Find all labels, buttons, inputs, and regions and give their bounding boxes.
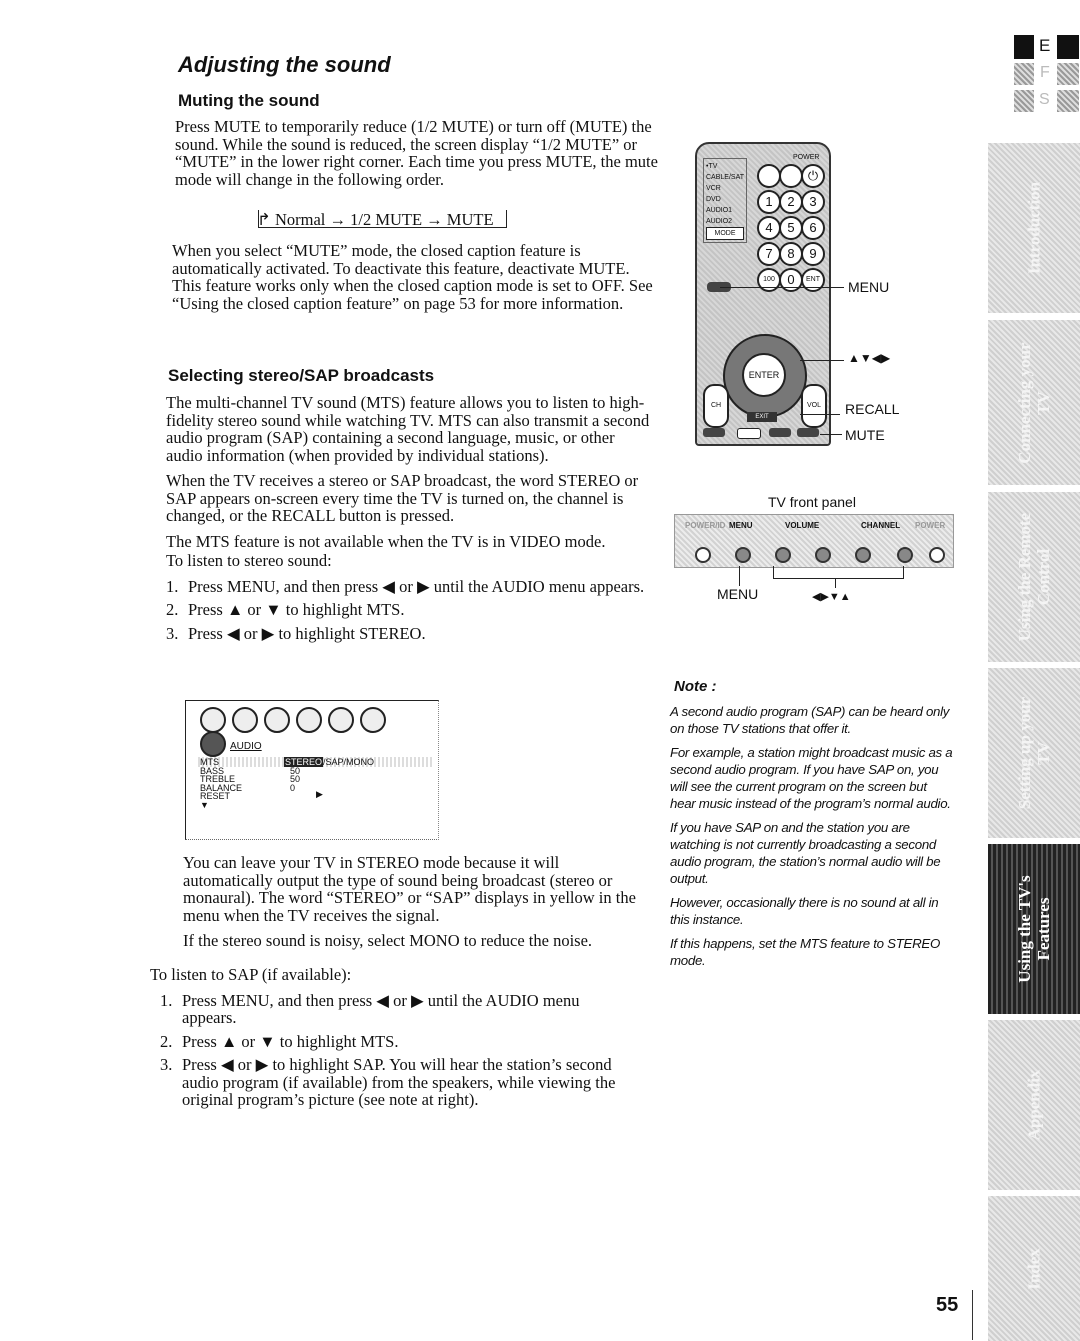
power-label: POWER bbox=[793, 154, 820, 161]
note-paragraph: If this happens, set the MTS feature to … bbox=[670, 936, 940, 968]
mute-sequence: ↱ Normal → 1/2 MUTE → MUTE bbox=[257, 210, 507, 229]
channel-up-button bbox=[897, 547, 913, 563]
muting-text: Press MUTE to temporarily reduce (1/2 MU… bbox=[175, 118, 665, 196]
picture-icon bbox=[200, 707, 226, 733]
lock-icon bbox=[360, 707, 386, 733]
side-tab-index[interactable]: Index bbox=[988, 1196, 1080, 1341]
section-heading-stereo: Selecting stereo/SAP broadcasts bbox=[168, 366, 435, 385]
note-paragraph: For example, a station might broadcast m… bbox=[670, 745, 953, 811]
paragraph: If the stereo sound is noisy, select MON… bbox=[183, 931, 593, 950]
paragraph: The multi-channel TV sound (MTS) feature… bbox=[166, 393, 650, 465]
callout-panel-menu: MENU bbox=[717, 586, 759, 602]
audio-menu-screenshot: AUDIO MTS BASS TREBLE BALANCE RESET ▼ 50 50 0 S… bbox=[185, 700, 439, 840]
section-heading-muting: Muting the sound bbox=[178, 91, 320, 110]
muting-text-2: When you select “MUTE” mode, the closed … bbox=[172, 242, 657, 320]
arrow-right-icon: ▶ bbox=[316, 789, 323, 799]
step: 1. Press MENU, and then press ◀ or ▶ unti… bbox=[160, 990, 580, 1027]
audio-icon bbox=[232, 707, 258, 733]
mts-options: STEREO/SAP/MONO bbox=[284, 757, 375, 767]
menu-category-icons bbox=[200, 707, 392, 738]
step: 2. Press ▲ or ▼ to highlight MTS. bbox=[166, 600, 405, 619]
sap-text: To listen to SAP (if available): 1. Press… bbox=[150, 966, 630, 1115]
side-tab-appendix[interactable]: Appendix bbox=[988, 1020, 1080, 1190]
side-tab-setting-up[interactable]: Setting up your TV bbox=[988, 668, 1080, 838]
callout-arrows: ▲▼◀▶ bbox=[848, 351, 891, 365]
recall-button bbox=[769, 428, 791, 437]
paragraph: To listen to SAP (if available): bbox=[150, 965, 352, 984]
mode-labels: •TV CABLE/SAT VCR DVD AUDIO1 AUDIO2 MODE bbox=[703, 158, 747, 243]
note-paragraph: However, occasionally there is no sound … bbox=[670, 895, 939, 927]
note-paragraph: A second audio program (SAP) can be hear… bbox=[670, 704, 950, 736]
front-panel-caption: TV front panel bbox=[768, 494, 856, 510]
paragraph: The MTS feature is not available when th… bbox=[166, 531, 606, 551]
channel-down-button bbox=[855, 547, 871, 563]
option-icon bbox=[328, 707, 354, 733]
callout-recall: RECALL bbox=[845, 401, 900, 417]
paragraph: When you select “MUTE” mode, the closed … bbox=[172, 241, 653, 313]
callout-panel-arrows: ◀▶▼▲ bbox=[812, 591, 851, 603]
language-tab-e[interactable]: E bbox=[1039, 36, 1050, 56]
menu-items: MTS BASS TREBLE BALANCE RESET ▼ bbox=[200, 757, 243, 810]
side-tab-features[interactable]: Using the TV's Features bbox=[988, 844, 1080, 1014]
step: 2. Press ▲ or ▼ to highlight MTS. bbox=[160, 1031, 399, 1051]
menu-button bbox=[735, 547, 751, 563]
audio-selected-icon bbox=[200, 731, 226, 757]
paragraph: To listen to stereo sound: bbox=[166, 551, 332, 570]
note-title: Note : bbox=[674, 678, 717, 695]
page-title: Adjusting the sound bbox=[178, 52, 391, 77]
step: 1. Press MENU, and then press ◀ or ▶ unti… bbox=[166, 576, 645, 596]
theater-icon bbox=[296, 707, 322, 733]
stereo-text: The multi-channel TV sound (MTS) feature… bbox=[166, 394, 654, 648]
side-tab-remote[interactable]: Using the Remote Control bbox=[988, 492, 1080, 662]
power-icon: ⏻ bbox=[801, 164, 825, 188]
language-tab-s[interactable]: S bbox=[1039, 91, 1050, 109]
language-tab-f[interactable]: F bbox=[1040, 64, 1050, 82]
side-tab-connecting[interactable]: Connecting your TV bbox=[988, 320, 1080, 485]
page-number: 55 bbox=[936, 1294, 959, 1316]
setup-icon bbox=[264, 707, 290, 733]
paragraph: You can leave your TV in STEREO mode bec… bbox=[183, 853, 636, 925]
note-paragraph: If you have SAP on and the station you a… bbox=[670, 820, 941, 886]
stereo-after-text: You can leave your TV in STEREO mode bec… bbox=[183, 854, 643, 952]
volume-down-button bbox=[775, 547, 791, 563]
callout-mute: MUTE bbox=[845, 427, 885, 443]
paragraph: Press MUTE to temporarily reduce (1/2 MU… bbox=[175, 117, 658, 189]
menu-title: AUDIO bbox=[230, 741, 262, 752]
side-tab-introduction[interactable]: Introduction bbox=[988, 143, 1080, 313]
sequence-text: Normal → 1/2 MUTE → MUTE bbox=[274, 210, 494, 229]
callout-menu: MENU bbox=[848, 279, 890, 295]
step: 3. Press ◀ or ▶ to highlight SAP. You wil… bbox=[160, 1055, 616, 1109]
tv-front-panel: POWER/ID MENU VOLUME CHANNEL POWER bbox=[674, 514, 954, 568]
paragraph: When the TV receives a stereo or SAP bro… bbox=[166, 471, 639, 525]
step: 3. Press ◀ or ▶ to highlight STEREO. bbox=[166, 623, 426, 643]
remote-control-illustration: •TV CABLE/SAT VCR DVD AUDIO1 AUDIO2 MODE POWE… bbox=[695, 142, 831, 446]
mute-button bbox=[797, 428, 819, 437]
enter-button: ENTER bbox=[742, 353, 786, 397]
note-text: A second audio program (SAP) can be hear… bbox=[670, 703, 955, 976]
volume-up-button bbox=[815, 547, 831, 563]
